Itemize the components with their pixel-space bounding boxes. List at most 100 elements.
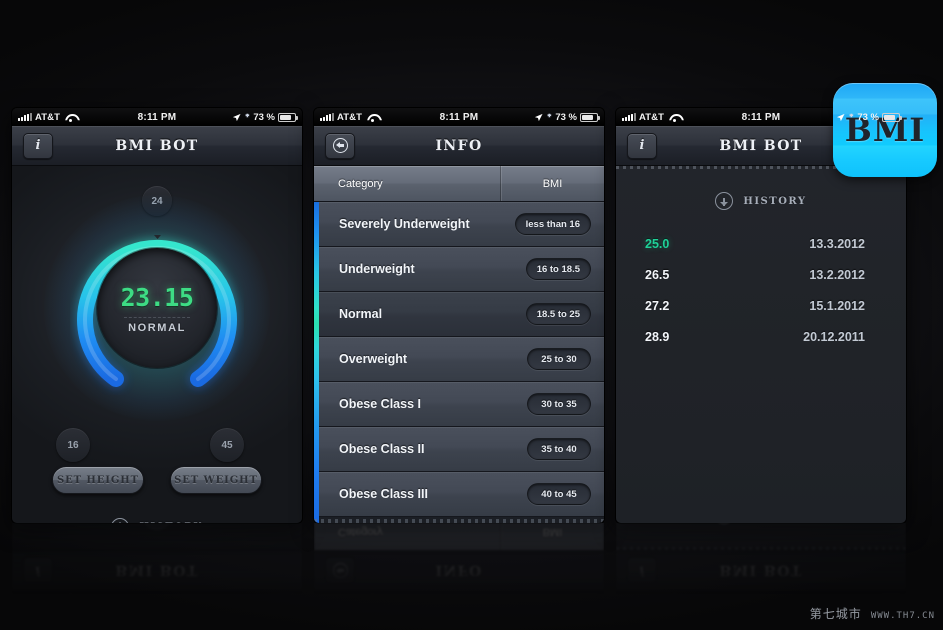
action-buttons: SET HEIGHT SET WEIGHT <box>12 466 302 494</box>
back-circle-icon[interactable] <box>325 132 355 159</box>
page-title: INFO <box>435 137 483 154</box>
wifi-icon <box>669 595 680 604</box>
history-value: 25.0 <box>645 236 670 251</box>
status-bar-right: ᛭ 73 % <box>232 594 296 605</box>
row-category-label: Severely Underweight <box>339 217 470 231</box>
battery-icon <box>882 112 902 122</box>
wifi-icon <box>65 595 76 604</box>
info-icon[interactable]: i <box>627 557 657 584</box>
nav-bar: i BMI BOT <box>616 550 906 590</box>
location-arrow-icon <box>233 595 241 603</box>
table-row[interactable]: Severely Underweight less than 16 <box>314 202 604 247</box>
row-bmi-badge: 25 to 30 <box>527 348 591 370</box>
battery-icon <box>580 594 598 604</box>
history-date: 20.12.2011 <box>803 329 865 344</box>
table-row[interactable]: Obese Class III 40 to 45 <box>314 472 604 517</box>
bmi-gauge[interactable]: 23.15 NORMAL <box>44 195 270 421</box>
row-bmi-badge: 30 to 35 <box>527 393 591 415</box>
history-list-item[interactable]: 25.0 13.3.2012 <box>616 228 906 259</box>
table-row[interactable]: Normal 18.5 to 25 <box>314 292 604 337</box>
phone-reflection: AT&T 8:11 PM ᛭ 73 % i BMI BOT 24 <box>12 523 302 608</box>
carrier-label: AT&T <box>337 593 363 605</box>
location-arrow-icon <box>535 595 543 603</box>
nav-bar: INFO <box>314 126 604 166</box>
clock-label: 8:11 PM <box>741 593 781 605</box>
row-bmi-badge: 35 to 40 <box>527 438 591 460</box>
page-title: BMI BOT <box>719 562 803 579</box>
gauge-min-label: 16 <box>56 428 90 462</box>
table-row[interactable]: Obese Class I 30 to 35 <box>314 382 604 427</box>
phone-screen-info: AT&T 8:11 PM ᛭ 73 % INFO Category BMI Se… <box>314 108 604 523</box>
back-circle-icon[interactable] <box>325 557 355 584</box>
phone-screen-calculator: AT&T 8:11 PM ᛭ 73 % i BMI BOT 24 <box>12 108 302 523</box>
row-bmi-badge: 16 to 18.5 <box>525 258 591 280</box>
table-row[interactable]: Underweight 16 to 18.5 <box>314 247 604 292</box>
column-header-category: Category <box>314 166 501 201</box>
nav-bar: i BMI BOT <box>12 550 302 590</box>
history-value: 28.9 <box>645 329 670 344</box>
status-bar: AT&T 8:11 PM ᛭ 73 % <box>12 590 302 608</box>
watermark-url: WWW.TH7.CN <box>870 611 935 621</box>
row-bmi-badge: less than 16 <box>514 213 591 235</box>
wifi-icon <box>367 595 378 604</box>
page-title: BMI BOT <box>115 562 199 579</box>
info-screen: Category BMI Severely Underweightless th… <box>314 523 604 550</box>
phone-screen-calculator: AT&T 8:11 PM ᛭ 73 % i BMI BOT 24 <box>12 523 302 608</box>
table-row[interactable]: Overweight 25 to 30 <box>314 337 604 382</box>
info-icon[interactable]: i <box>23 557 53 584</box>
status-bar-right: ᛭ 73 % <box>534 594 598 605</box>
history-screen: HISTORY 25.013.3.201226.513.2.201227.215… <box>616 523 906 550</box>
column-header-bmi: BMI <box>542 177 563 190</box>
location-arrow-icon <box>233 113 241 121</box>
battery-icon <box>278 112 298 122</box>
category-table: Severely Underweight less than 16 Underwei… <box>314 202 604 523</box>
column-header-category: Category <box>314 523 501 550</box>
history-list-item[interactable]: 27.2 15.1.2012 <box>616 290 906 321</box>
carrier-label: AT&T <box>639 593 665 605</box>
bluetooth-icon: ᛭ <box>244 594 251 605</box>
history-value: 27.2 <box>645 298 670 313</box>
app-icon[interactable]: BMI <box>833 83 937 177</box>
row-category-label: Underweight <box>339 262 415 276</box>
history-label: HISTORY <box>743 195 807 207</box>
page-title: INFO <box>435 562 483 579</box>
calculator-screen: 24 <box>12 523 302 550</box>
battery-percent-label: 73 % <box>253 111 275 123</box>
divider <box>124 316 190 318</box>
history-label: HISTORY <box>139 522 202 524</box>
set-height-button[interactable]: SET HEIGHT <box>52 466 144 494</box>
history-date: 13.2.2012 <box>809 267 865 282</box>
table-row[interactable]: Obese Class II 35 to 40 <box>314 427 604 472</box>
stitch-divider <box>314 519 604 523</box>
stitch-divider <box>616 547 906 550</box>
row-bmi-badge: 18.5 to 25 <box>525 303 591 325</box>
signal-bars-icon <box>18 595 32 603</box>
status-bar-right: ᛭ 73 % <box>232 111 298 123</box>
arrow-up-circle-icon <box>111 518 130 523</box>
calculator-screen: 24 <box>12 166 302 523</box>
clock-label: 8:11 PM <box>439 593 479 605</box>
bluetooth-icon: ᛭ <box>848 111 855 122</box>
history-list-item[interactable]: 28.9 20.12.2011 <box>616 321 906 352</box>
gauge-center: 23.15 NORMAL <box>97 248 217 368</box>
info-icon[interactable]: i <box>23 132 53 159</box>
bluetooth-icon: ᛭ <box>546 111 553 122</box>
status-bar-left: AT&T <box>622 594 680 605</box>
phone-reflection: AT&T 8:11 PM ᛭ 73 % i BMI BOT H <box>616 523 906 608</box>
battery-icon <box>882 594 900 604</box>
history-list-item[interactable]: 26.5 13.2.2012 <box>616 259 906 290</box>
nav-bar: INFO <box>314 550 604 590</box>
signal-bars-icon <box>622 595 636 603</box>
watermark-site-name: 第七城市 <box>809 607 862 621</box>
carrier-label: AT&T <box>35 593 61 605</box>
status-bar-right: ᛭ 73 % <box>836 111 902 123</box>
info-screen: Category BMI Severely Underweight less th… <box>314 166 604 523</box>
battery-percent-label: 73 % <box>555 111 577 123</box>
bluetooth-icon: ᛭ <box>848 594 855 605</box>
info-icon[interactable]: i <box>627 132 657 159</box>
status-bar: AT&T 8:11 PM ᛭ 73 % <box>314 590 604 608</box>
bmi-category-label: NORMAL <box>128 321 186 334</box>
set-weight-button[interactable]: SET WEIGHT <box>170 466 262 494</box>
status-bar-left: AT&T <box>18 594 76 605</box>
battery-percent-label: 73 % <box>253 593 275 605</box>
